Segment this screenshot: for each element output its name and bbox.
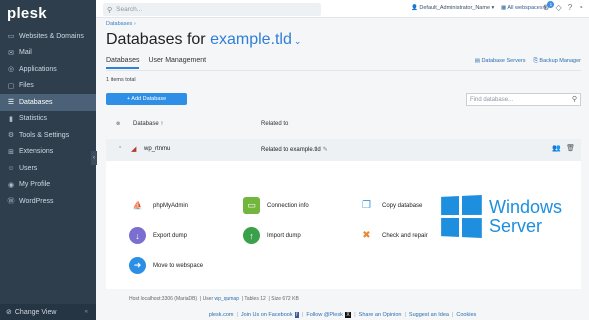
sidebar-item-tools-settings[interactable]: ⚙ Tools & Settings: [0, 127, 96, 144]
database-icon: ◢: [131, 146, 137, 153]
topbar: ⚲ Search... 👤 Default_Administrator_Name…: [96, 0, 589, 18]
notifications-icon[interactable]: ⚙ 1: [542, 1, 555, 12]
topbar-icons: ⚙ 1 ◇ ? ◔: [542, 1, 583, 12]
sidebar-nav: ▭ Websites & Domains ✉ Mail ◎ Applications …: [0, 28, 96, 210]
sidebar-item-users[interactable]: ☺ Users: [0, 160, 96, 177]
tab-databases[interactable]: Databases: [106, 57, 140, 69]
webspace-selector[interactable]: ▦ All webspaces ▾: [501, 5, 547, 11]
upload-icon: ↑: [243, 227, 260, 244]
database-meta: Host localhost:3306 (MariaDB) | User wp_…: [129, 296, 299, 302]
user-menu[interactable]: 👤 Default_Administrator_Name ▾: [411, 5, 494, 11]
table-row[interactable]: ⌃ ◢ wp_rtnmu Related to example.tld ✎ 👥 🗑: [106, 139, 581, 161]
applications-icon: ◎: [7, 66, 15, 74]
copy-icon: ❐: [358, 197, 375, 214]
domain-link[interactable]: example.tld: [210, 31, 292, 48]
statistics-icon: ▮: [9, 115, 13, 123]
footer-link-plesk[interactable]: plesk.com: [209, 312, 234, 318]
tabs: Databases User Management: [106, 57, 206, 69]
change-view-icon: ⊘: [6, 309, 12, 316]
column-database[interactable]: Database ↑: [133, 121, 163, 127]
wordpress-icon: Ⓦ: [7, 198, 15, 206]
row-actions: 👥 🗑: [552, 144, 575, 152]
expand-all-icon[interactable]: ⊗: [116, 121, 120, 127]
users-icon[interactable]: 👥: [552, 144, 561, 152]
export-dump-tool[interactable]: ↓ Export dump: [129, 227, 187, 244]
chevron-left-icon: «: [84, 309, 88, 315]
database-name[interactable]: wp_rtnmu: [144, 146, 170, 152]
tools-icon: ⚙: [7, 132, 15, 140]
plesk-logo[interactable]: plesk: [0, 0, 96, 26]
footer-link-twitter[interactable]: Follow @Plesk X: [306, 311, 352, 318]
footer-link-facebook[interactable]: Join Us on Facebook f: [241, 311, 299, 318]
items-count: 1 items total: [106, 77, 136, 83]
windows-server-logo: Windows Server: [440, 194, 563, 239]
mail-icon: ✉: [8, 49, 14, 57]
sidebar-item-extensions[interactable]: ⊞ Extensions: [0, 144, 96, 161]
move-icon: ➜: [129, 257, 146, 274]
search-icon: ⚲: [107, 6, 113, 14]
trash-icon[interactable]: 🗑: [566, 144, 575, 152]
connection-icon: ▭: [243, 197, 260, 214]
main-content: Databases › Databases for example.tld ⌄ D…: [96, 18, 589, 309]
sidebar-item-statistics[interactable]: ▮ Statistics: [0, 111, 96, 128]
help-icon[interactable]: ?: [568, 3, 572, 12]
header-links: ▤ Database Servers ⎘ Backup Manager: [475, 58, 581, 65]
copy-database-tool[interactable]: ❐ Copy database: [358, 197, 422, 214]
tab-divider: [106, 70, 581, 71]
sidebar-item-databases[interactable]: ☰ Databases: [0, 94, 96, 111]
add-database-button[interactable]: + Add Database: [106, 93, 187, 105]
databases-icon: ☰: [7, 99, 15, 107]
database-servers-link[interactable]: ▤ Database Servers: [475, 58, 526, 65]
download-icon: ↓: [129, 227, 146, 244]
extensions-icon: ⊞: [8, 148, 14, 156]
feedback-icon[interactable]: ◇: [556, 3, 562, 12]
tab-user-management[interactable]: User Management: [148, 57, 206, 69]
footer-link-opinion[interactable]: Share an Opinion: [359, 312, 402, 318]
import-dump-tool[interactable]: ↑ Import dump: [243, 227, 301, 244]
connection-info-tool[interactable]: ▭ Connection info: [243, 197, 309, 214]
breadcrumb[interactable]: Databases ›: [106, 21, 136, 27]
wrench-icon: ✖: [358, 227, 375, 244]
windows-server-text: Windows Server: [489, 196, 563, 236]
move-to-webspace-tool[interactable]: ➜ Move to webspace: [129, 257, 203, 274]
search-input[interactable]: ⚲ Search...: [103, 3, 321, 16]
sidebar: plesk ▭ Websites & Domains ✉ Mail ◎ Applica…: [0, 0, 96, 320]
footer-link-idea[interactable]: Suggest an Idea: [409, 312, 449, 318]
backup-manager-link[interactable]: ⎘ Backup Manager: [533, 58, 581, 65]
loading-icon: ◔: [578, 3, 583, 12]
sidebar-item-wordpress[interactable]: Ⓦ WordPress: [0, 193, 96, 210]
sidebar-item-my-profile[interactable]: ◉ My Profile: [0, 177, 96, 194]
table-header: ⊗ Database ↑ Related to: [106, 118, 581, 132]
windows-logo-icon: [441, 194, 482, 239]
page-title: Databases for example.tld ⌄: [106, 31, 302, 48]
files-icon: ▢: [7, 82, 15, 90]
change-view-button[interactable]: ⊘ Change View «: [0, 304, 96, 320]
column-related: Related to: [261, 121, 289, 127]
sidebar-item-websites-domains[interactable]: ▭ Websites & Domains: [0, 28, 96, 45]
search-icon[interactable]: ⚲: [572, 95, 577, 103]
related-domain: Related to example.tld ✎: [261, 147, 328, 153]
footer-link-cookies[interactable]: Cookies: [456, 312, 476, 318]
sidebar-item-files[interactable]: ▢ Files: [0, 78, 96, 95]
footer: plesk.com | Join Us on Facebook f | Follow …: [96, 309, 589, 320]
sidebar-item-mail[interactable]: ✉ Mail: [0, 45, 96, 62]
chevron-up-icon[interactable]: ⌃: [118, 146, 122, 152]
profile-icon: ◉: [7, 181, 15, 189]
users-icon: ☺: [7, 164, 15, 172]
phpmyadmin-icon: ⛵: [129, 197, 146, 214]
find-database-input[interactable]: Find database... ⚲: [466, 93, 581, 106]
phpmyadmin-tool[interactable]: ⛵ phpMyAdmin: [129, 197, 188, 214]
sidebar-item-applications[interactable]: ◎ Applications: [0, 61, 96, 78]
edit-icon[interactable]: ✎: [323, 147, 328, 153]
notification-badge: 1: [547, 1, 555, 8]
check-repair-tool[interactable]: ✖ Check and repair: [358, 227, 428, 244]
x-icon: X: [344, 311, 352, 318]
chevron-down-icon[interactable]: ⌄: [294, 36, 302, 46]
db-user-link[interactable]: wp_qumap: [215, 296, 239, 302]
websites-icon: ▭: [7, 33, 15, 41]
facebook-icon: f: [294, 311, 299, 318]
